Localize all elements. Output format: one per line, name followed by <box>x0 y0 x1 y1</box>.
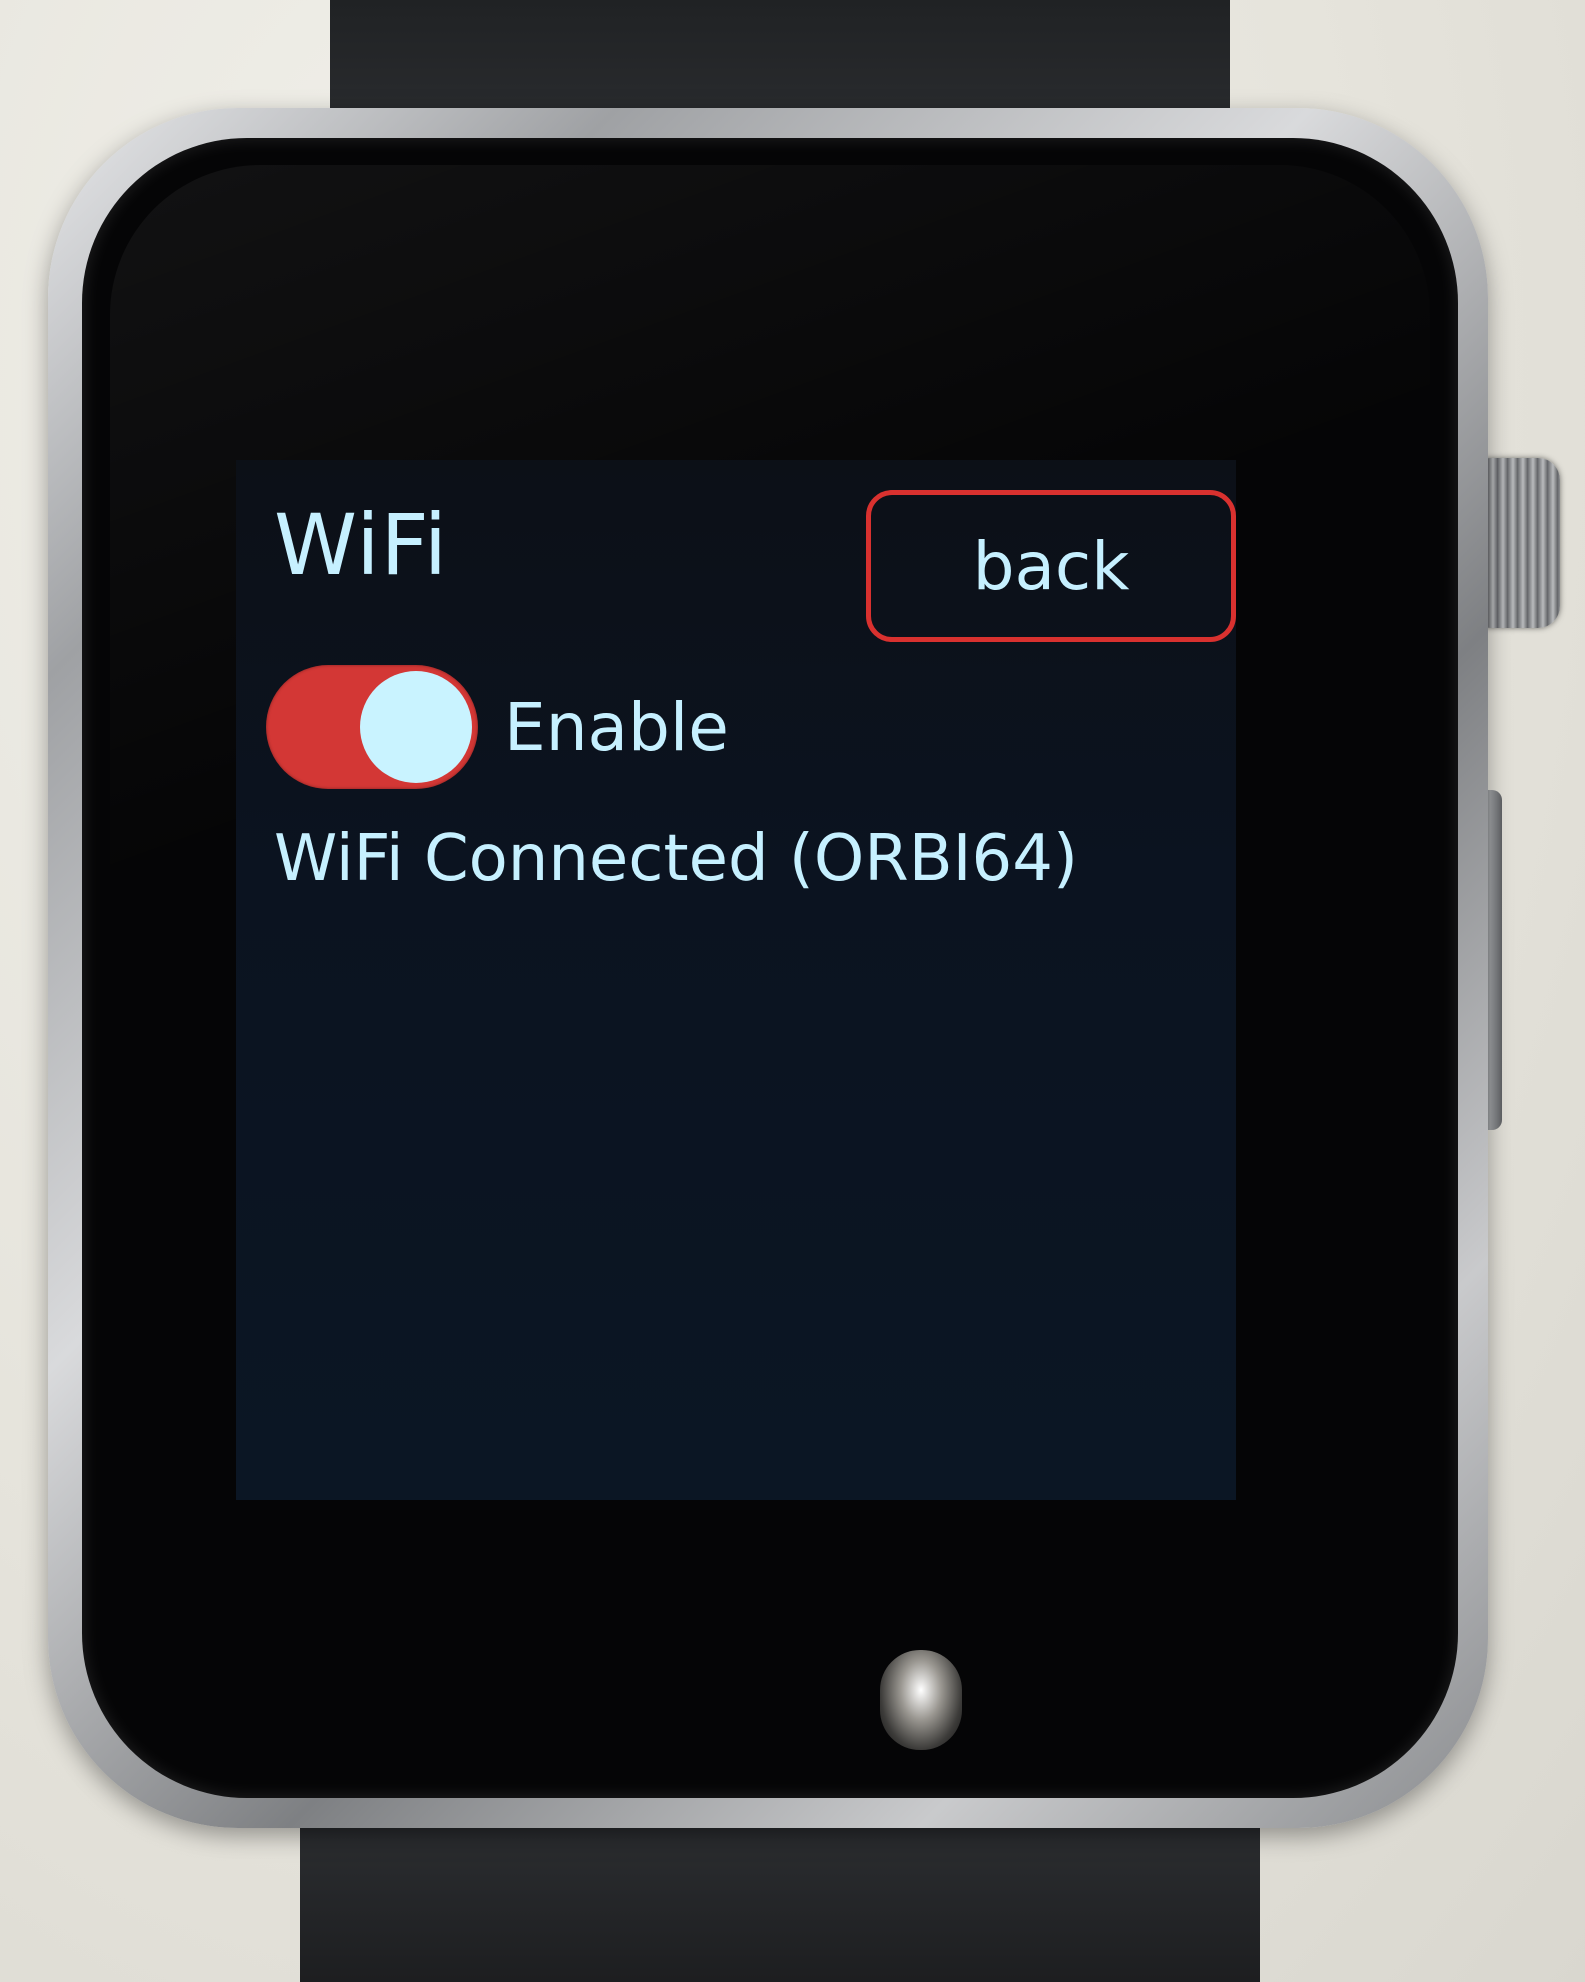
enable-row: Enable <box>266 665 729 789</box>
back-button[interactable]: back <box>866 490 1236 642</box>
page-title: WiFi <box>274 496 449 594</box>
watch-screen: WiFi back Enable WiFi Connected (ORBI64) <box>236 460 1236 1500</box>
wifi-status-text: WiFi Connected (ORBI64) <box>274 822 1078 896</box>
microphone-icon <box>880 1650 962 1750</box>
wifi-enable-toggle[interactable] <box>266 665 478 789</box>
enable-label: Enable <box>504 688 729 766</box>
toggle-knob <box>360 671 472 783</box>
